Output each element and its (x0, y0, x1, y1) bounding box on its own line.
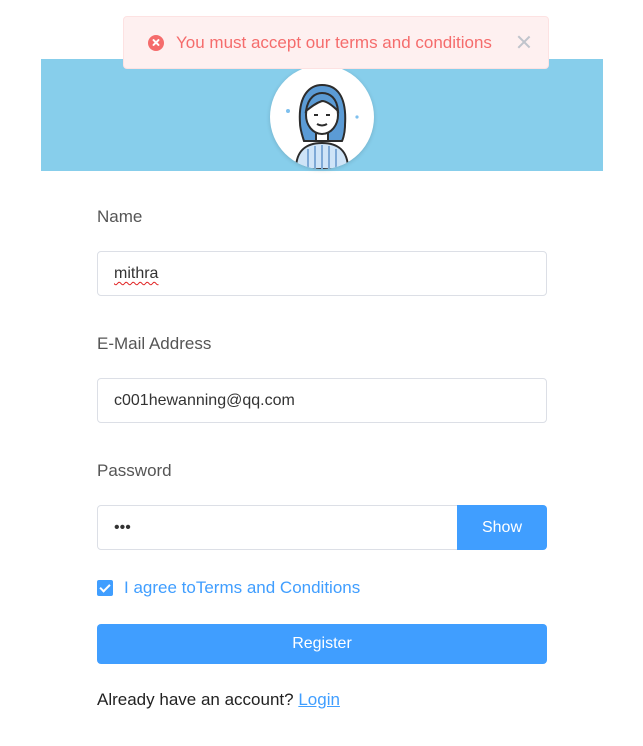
terms-checkbox[interactable] (97, 580, 113, 596)
password-input[interactable]: ••• (97, 505, 458, 550)
close-icon[interactable] (516, 34, 532, 50)
name-label: Name (97, 207, 143, 226)
password-label: Password (97, 461, 172, 480)
email-label: E-Mail Address (97, 334, 212, 353)
terms-agree-label[interactable]: I agree toTerms and Conditions (124, 578, 360, 598)
error-toast: You must accept our terms and conditions (123, 16, 549, 69)
terms-link[interactable]: Terms and Conditions (196, 578, 360, 597)
show-password-button[interactable]: Show (457, 505, 547, 550)
login-prompt: Already have an account? (97, 690, 294, 709)
user-avatar-icon (286, 83, 359, 169)
avatar (270, 65, 374, 169)
password-value: ••• (114, 519, 131, 536)
register-button[interactable]: Register (97, 624, 547, 664)
name-value: mithra (114, 265, 159, 282)
login-link[interactable]: Login (298, 690, 340, 709)
toast-message: You must accept our terms and conditions (176, 32, 492, 52)
agree-prefix: I agree to (124, 578, 196, 597)
email-input[interactable]: c001hewanning@qq.com (97, 378, 547, 423)
error-circle-icon (148, 34, 164, 51)
login-prompt-line: Already have an account? Login (97, 690, 340, 710)
name-input[interactable]: mithra (97, 251, 547, 296)
email-value: c001hewanning@qq.com (114, 392, 295, 409)
